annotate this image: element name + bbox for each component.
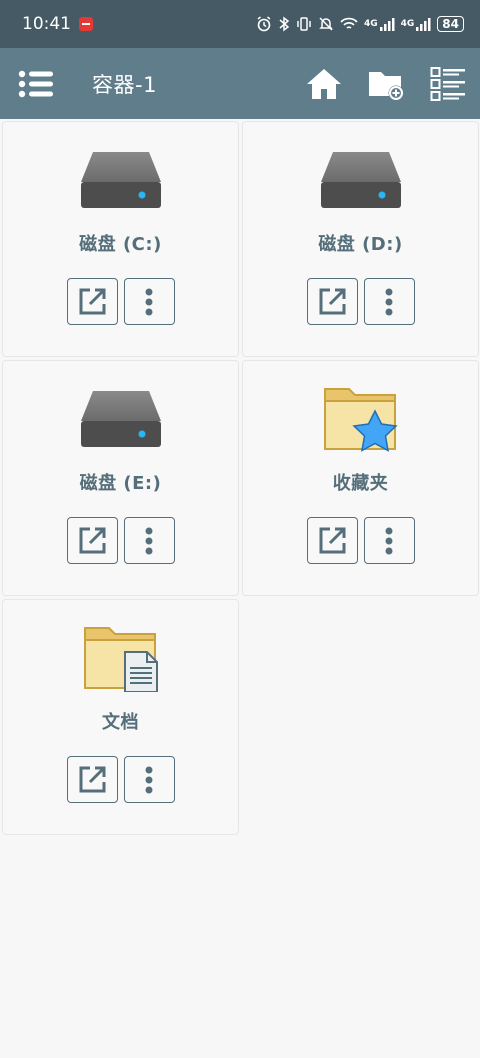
bluetooth-icon bbox=[278, 16, 290, 32]
mute-icon bbox=[318, 16, 334, 32]
favorites-card[interactable]: 收藏夹 bbox=[242, 360, 479, 596]
battery-indicator: 84 bbox=[437, 16, 464, 32]
signal-1-icon: 4G bbox=[364, 17, 395, 31]
item-label: 磁盘 (E:) bbox=[79, 473, 162, 494]
open-button[interactable] bbox=[66, 517, 118, 564]
documents-folder-icon bbox=[79, 622, 163, 693]
more-vert-icon bbox=[145, 527, 153, 554]
more-vert-icon bbox=[385, 288, 393, 315]
drive-card-c[interactable]: 磁盘 (C:) bbox=[2, 121, 239, 357]
net2-label: 4G bbox=[400, 19, 415, 29]
wifi-icon bbox=[340, 17, 358, 31]
more-options-button[interactable] bbox=[123, 756, 175, 803]
open-button[interactable] bbox=[66, 278, 118, 325]
alarm-icon bbox=[256, 16, 272, 32]
page-title: 容器-1 bbox=[92, 72, 157, 97]
item-label: 收藏夹 bbox=[332, 473, 389, 494]
status-bar: 10:41 4G 4G 84 bbox=[0, 0, 480, 48]
status-time: 10:41 bbox=[22, 14, 71, 34]
vibrate-icon bbox=[296, 16, 312, 32]
hard-drive-icon bbox=[79, 383, 163, 453]
new-folder-icon[interactable] bbox=[366, 64, 406, 104]
open-external-icon bbox=[79, 766, 106, 792]
more-options-button[interactable] bbox=[363, 517, 415, 564]
hard-drive-icon bbox=[79, 144, 163, 214]
open-button[interactable] bbox=[306, 517, 358, 564]
list-view-icon[interactable] bbox=[428, 64, 468, 104]
item-label: 磁盘 (C:) bbox=[79, 234, 162, 255]
documents-card[interactable]: 文档 bbox=[2, 599, 239, 835]
item-label: 磁盘 (D:) bbox=[318, 234, 403, 255]
more-vert-icon bbox=[385, 527, 393, 554]
home-icon[interactable] bbox=[304, 64, 344, 104]
menu-icon[interactable] bbox=[18, 66, 54, 102]
signal-2-icon: 4G bbox=[401, 17, 432, 31]
more-options-button[interactable] bbox=[123, 278, 175, 325]
open-external-icon bbox=[319, 288, 346, 314]
open-external-icon bbox=[79, 527, 106, 553]
hard-drive-icon bbox=[319, 144, 403, 214]
more-vert-icon bbox=[145, 766, 153, 793]
drive-card-d[interactable]: 磁盘 (D:) bbox=[242, 121, 479, 357]
notification-app-icon bbox=[79, 17, 93, 31]
more-options-button[interactable] bbox=[363, 278, 415, 325]
open-button[interactable] bbox=[66, 756, 118, 803]
app-bar: 容器-1 bbox=[0, 48, 480, 119]
open-button[interactable] bbox=[306, 278, 358, 325]
net1-label: 4G bbox=[363, 19, 378, 29]
more-vert-icon bbox=[145, 288, 153, 315]
item-label: 文档 bbox=[102, 712, 139, 733]
drive-card-e[interactable]: 磁盘 (E:) bbox=[2, 360, 239, 596]
open-external-icon bbox=[319, 527, 346, 553]
favorites-folder-icon bbox=[319, 383, 403, 453]
more-options-button[interactable] bbox=[123, 517, 175, 564]
open-external-icon bbox=[79, 288, 106, 314]
